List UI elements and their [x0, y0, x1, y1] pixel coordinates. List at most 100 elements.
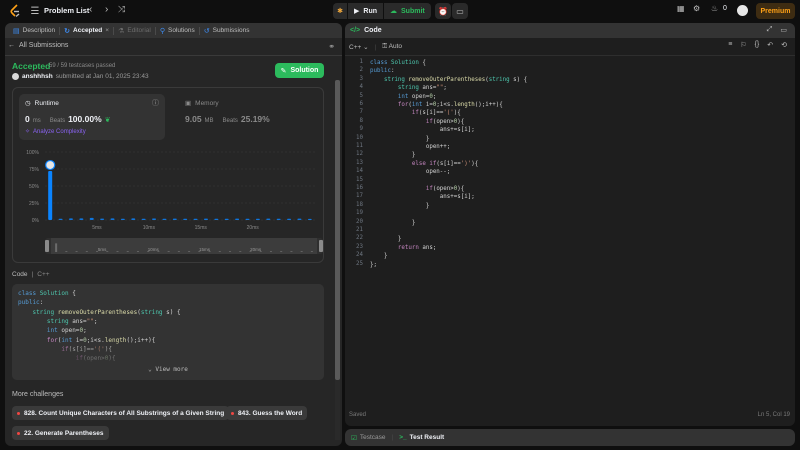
line-number: 4 [359, 84, 364, 91]
premium-button[interactable]: Premium [756, 3, 795, 19]
play-icon: ▶ [354, 8, 360, 15]
code-label: Code [12, 271, 28, 278]
challenge-chip[interactable]: 22. Generate Parentheses [12, 426, 109, 440]
runtime-card[interactable]: ◷ Runtime ⓘ 0 ms Beats 100.00% ❦ ✧ Analy… [19, 94, 165, 140]
analyze-complexity-link[interactable]: ✧ Analyze Complexity [25, 128, 86, 136]
gear-icon[interactable]: ⚙ [693, 4, 700, 13]
chevron-right-icon[interactable]: › [105, 4, 108, 15]
y-tick-label: 75% [29, 167, 40, 173]
code-line: public: [370, 68, 395, 75]
line-number: 19 [356, 210, 363, 217]
testcases-passed: 59 / 59 testcases passed [49, 63, 116, 69]
slider-bar [218, 251, 221, 252]
tab-description[interactable]: ▤ Description [9, 23, 59, 38]
reset-icon[interactable]: ⟲ [781, 41, 787, 49]
code-line: } [370, 152, 416, 159]
link-icon[interactable]: ⚭ [328, 42, 335, 51]
challenge-chip[interactable]: 843. Guess the Word [226, 406, 308, 420]
more-challenges-label: More challenges [12, 391, 64, 398]
submission-panel: ▤ Description ↻ Accepted × ⚗ Editorial ⚲… [5, 23, 342, 446]
chart-bar [183, 218, 188, 220]
all-submissions-link[interactable]: ← All Submissions [8, 42, 68, 49]
tab-submissions[interactable]: ↺ Submissions [200, 23, 254, 38]
shuffle-icon[interactable]: ⤨ [118, 4, 125, 15]
sparkle-icon: ✧ [25, 129, 31, 135]
code-snippet[interactable]: if(open>0){ if(s[i]=='('){ for(int i=0;i… [12, 284, 324, 380]
run-button[interactable]: ▶ Run [348, 3, 383, 19]
left-scrollbar[interactable] [335, 80, 340, 440]
challenge-title: 843. Guess the Word [238, 409, 303, 417]
undo-icon[interactable]: ↶ [767, 41, 773, 49]
runtime-label: Runtime [34, 99, 59, 107]
tab-editorial[interactable]: ⚗ Editorial [114, 23, 155, 38]
file-icon: ▤ [13, 27, 20, 35]
slider-bar [65, 251, 68, 252]
logo-icon[interactable] [9, 4, 21, 18]
chart-bar [120, 218, 125, 220]
line-number: 5 [359, 92, 364, 99]
chart-bar [89, 217, 94, 220]
divider [5, 55, 342, 56]
grid-icon[interactable]: ▦ [677, 4, 685, 13]
slider-bar [106, 251, 109, 252]
format-icon[interactable]: ≡ [728, 41, 732, 49]
language-select[interactable]: C++ ⌄ [349, 43, 369, 51]
list-icon[interactable]: ☰ [30, 4, 40, 18]
tab-solutions[interactable]: ⚲ Solutions [156, 23, 199, 38]
line-number: 9 [359, 126, 364, 133]
submitter-line: anshhhsh submitted at Jan 01, 2025 23:43 [12, 73, 149, 80]
submit-button[interactable]: ☁ Submit [384, 3, 431, 19]
code-line: open++; [370, 144, 451, 150]
code-lang: C++ [37, 271, 50, 278]
analyze-label: Analyze Complexity [33, 128, 86, 135]
tab-testcase[interactable]: ☑ Testcase [351, 434, 385, 442]
testcase-label: Testcase [359, 434, 386, 441]
tab-label: Submissions [212, 27, 250, 34]
expand-icon[interactable]: ⤢ [767, 26, 773, 34]
line-number: 14 [356, 168, 363, 175]
challenge-chip[interactable]: 828. Count Unique Characters of All Subs… [12, 406, 230, 420]
view-more-button[interactable]: ⌄ View more [12, 366, 324, 373]
close-icon[interactable]: × [105, 27, 109, 34]
fire-icon[interactable]: ♨ [711, 4, 718, 13]
chart-bar [152, 218, 157, 220]
line-number: 24 [356, 252, 363, 259]
x-tick-label: 10ms [143, 225, 156, 231]
slider-tick-label: 20ms [250, 247, 262, 252]
tab-accepted[interactable]: ↻ Accepted × [60, 23, 113, 38]
memory-card[interactable]: ▣ Memory 9.05 MB Beats 25.19% [179, 94, 319, 140]
code-line: if(open>0){ [425, 186, 465, 192]
editor-header-actions: ⤢ ▭ [767, 26, 787, 34]
user-marker [45, 159, 56, 171]
memory-header: ▣ Memory [185, 99, 219, 108]
slider-bar [239, 251, 242, 252]
memory-number: 9.05 [185, 114, 202, 124]
bookmark-icon[interactable]: ⚐ [740, 41, 746, 49]
slider-bar [136, 251, 139, 252]
minimize-icon[interactable]: ▭ [780, 26, 787, 34]
tab-test-result[interactable]: >_ Test Result [399, 434, 444, 441]
memory-unit: MB [204, 118, 214, 124]
code-line: } [370, 202, 430, 209]
avatar[interactable] [737, 5, 748, 16]
braces-icon[interactable]: {} [755, 41, 760, 49]
difficulty-dot [17, 431, 20, 435]
toolbar-divider: | [374, 43, 377, 51]
user-avatar[interactable] [12, 73, 19, 80]
code-line: open--; [370, 169, 451, 176]
username[interactable]: anshhhsh [22, 73, 53, 80]
code-editor-panel: </> Code ⤢ ▭ C++ ⌄ | ⚿ Auto ≡ ⚐ {} ↶ ⟲ 1… [345, 23, 795, 426]
info-icon[interactable]: ⓘ [152, 98, 159, 108]
chevron-left-icon[interactable]: ‹ [89, 4, 92, 15]
chart-bar [266, 218, 271, 220]
problem-list-link[interactable]: Problem List [44, 6, 89, 15]
alarm-icon[interactable]: ⏰ [435, 3, 451, 19]
runtime-distribution-chart[interactable]: 100% 75% 50% 25% 0% 5ms 10ms 15ms 20ms 5ms 10ms 15m… [13, 146, 325, 264]
note-icon[interactable]: ▭ [452, 3, 468, 19]
bug-icon[interactable]: ✱ [333, 3, 347, 19]
mode-toggle[interactable]: ⚿ Auto [382, 43, 402, 51]
chart-bar [224, 218, 229, 220]
beats-label: Beats [49, 118, 66, 124]
difficulty-dot [231, 411, 234, 415]
solution-button[interactable]: ✎ Solution [275, 63, 324, 78]
